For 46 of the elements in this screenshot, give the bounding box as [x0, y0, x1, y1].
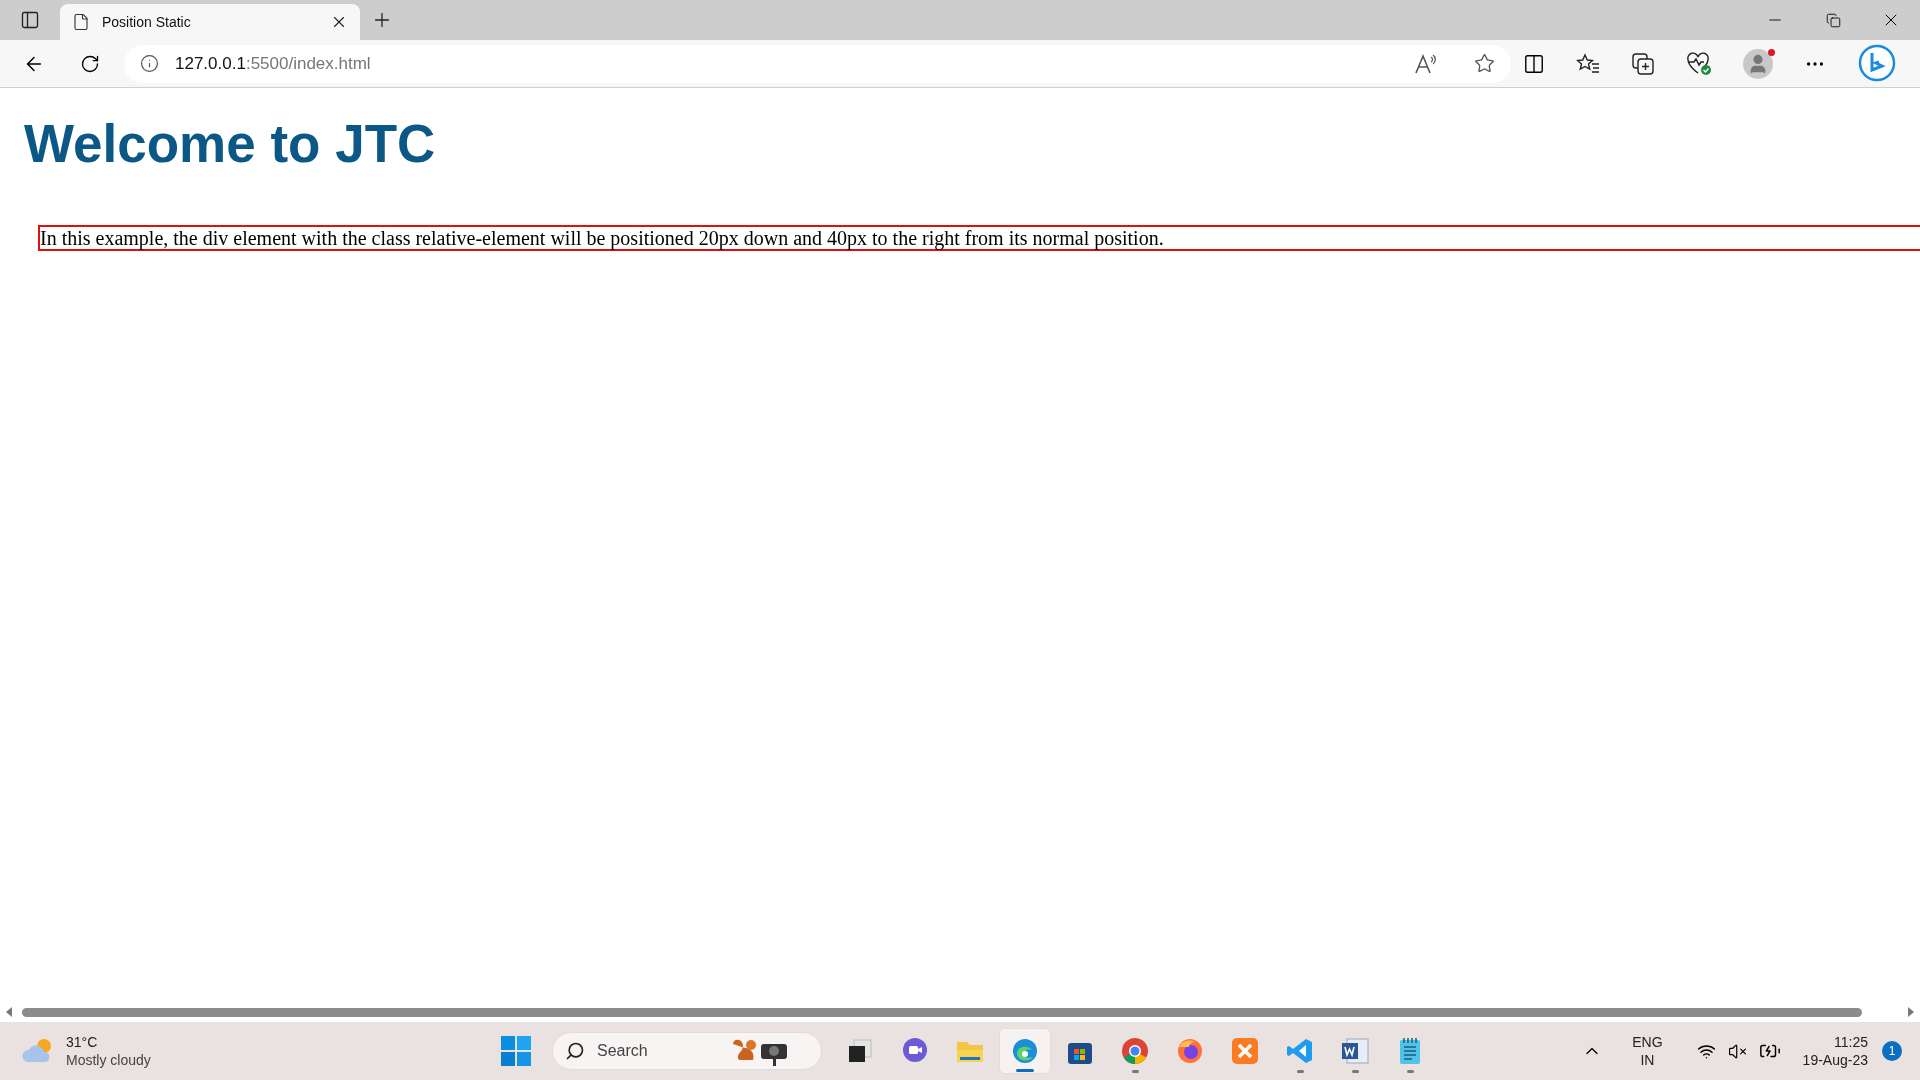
overlapping-squares-icon [847, 1038, 873, 1064]
profile-avatar[interactable] [1743, 48, 1773, 79]
notepad-icon [1398, 1037, 1422, 1065]
chat-bubble-b-icon[interactable] [1857, 43, 1897, 84]
tab-title: Position Static [102, 12, 192, 32]
clock-date[interactable]: 19-Aug-23 [1802, 1051, 1868, 1069]
split-screen-icon[interactable] [1523, 52, 1545, 75]
temperature[interactable]: 31°C [66, 1033, 151, 1051]
page-heading: Welcome to JTC [24, 114, 437, 175]
heart-pulse-icon[interactable] [1686, 51, 1712, 76]
search-input[interactable]: Search [597, 1039, 717, 1063]
scrollbar-thumb[interactable] [22, 1007, 1862, 1017]
language-code[interactable]: ENG [1632, 1033, 1663, 1051]
tab-actions-icon[interactable] [20, 10, 40, 30]
document-w-icon [1341, 1037, 1369, 1065]
running-indicator [1131, 1070, 1139, 1073]
region-code[interactable]: IN [1640, 1051, 1655, 1069]
active-indicator [1016, 1069, 1034, 1072]
favorites-list-icon[interactable] [1576, 52, 1600, 75]
code-editor-icon [1286, 1037, 1314, 1065]
running-indicator [1351, 1070, 1359, 1073]
positioned-div: In this example, the div element with the class relative-element will be positioned 20px down and 40px to the right from its normal position. [38, 224, 1920, 251]
weather-condition[interactable]: Mostly cloudy [66, 1051, 151, 1069]
page-icon [72, 13, 90, 31]
address-bar[interactable]: 127.0.0.1:5500/index.html [124, 44, 1511, 83]
reload-icon[interactable] [80, 53, 100, 74]
read-aloud-icon[interactable] [1414, 52, 1438, 75]
wave-circle-icon [1011, 1037, 1039, 1065]
start-windows-icon[interactable] [500, 1035, 532, 1067]
search-icon [565, 1041, 585, 1061]
url-text: 127.0.0.1:5500/index.html [175, 52, 372, 75]
scroll-left-arrow-icon[interactable] [4, 1006, 14, 1018]
running-indicator [1406, 1070, 1414, 1073]
tri-color-circle-icon [1121, 1037, 1149, 1065]
favorite-star-icon[interactable] [1474, 53, 1495, 74]
search-field[interactable]: Search [552, 1032, 822, 1070]
clock-time[interactable]: 11:25 [1834, 1033, 1868, 1051]
x-tile-icon [1231, 1037, 1259, 1065]
video-chat-icon [901, 1037, 929, 1065]
notification-count[interactable]: 1 [1882, 1041, 1902, 1061]
info-icon [140, 54, 159, 73]
browser-tab[interactable]: Position Static [60, 4, 360, 40]
restore-icon[interactable] [1825, 12, 1841, 28]
collections-icon[interactable] [1631, 51, 1655, 76]
running-indicator [1296, 1070, 1304, 1073]
scroll-right-arrow-icon[interactable] [1906, 1006, 1916, 1018]
